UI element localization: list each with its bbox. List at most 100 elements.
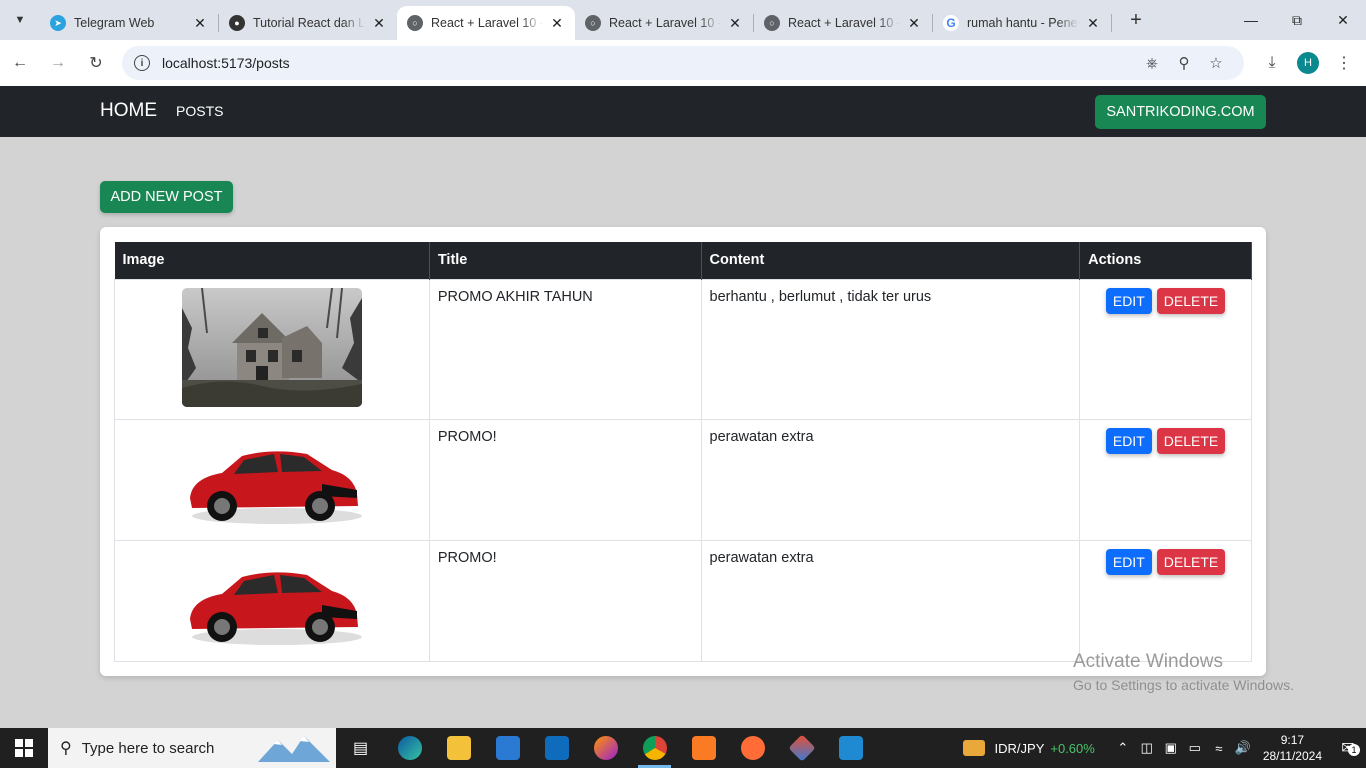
edit-button[interactable]: EDIT [1105,548,1152,575]
browser-tab[interactable]: G rumah hantu - Penelusuran ✕ [933,6,1111,40]
red-car-image [182,549,362,649]
tab-title: Tutorial React dan Laravel [253,16,365,30]
reload-button[interactable]: ↻ [78,45,114,81]
edit-button[interactable]: EDIT [1105,287,1152,314]
clock-time: 9:17 [1280,733,1305,747]
close-icon[interactable]: ✕ [1085,15,1101,32]
chrome-app[interactable] [630,728,679,768]
watermark-subtitle: Go to Settings to activate Windows. [1073,677,1294,693]
forward-button[interactable]: → [40,45,76,81]
folder-icon [446,736,471,760]
telegram-icon: ➤ [50,15,66,31]
close-icon[interactable]: ✕ [727,15,743,32]
close-icon[interactable]: ✕ [371,15,387,32]
globe-icon: ○ [407,15,423,31]
globe-icon: ○ [764,15,780,31]
outlook-app[interactable] [532,728,581,768]
image-cell [114,278,430,420]
close-icon[interactable]: ✕ [906,15,922,32]
restore-button[interactable]: ⧉ [1274,0,1320,40]
table-row: PROMO! perawatan extra EDIT DELETE [114,418,1252,541]
content-cell: perawatan extra [700,418,1081,541]
browser-tab[interactable]: ➤ Telegram Web ✕ [40,6,218,40]
back-button[interactable]: ← [2,45,38,81]
translate-icon[interactable]: ⎈ [1136,55,1168,72]
zoom-icon[interactable]: ⚲ [1168,54,1200,72]
image-cell [114,418,430,541]
download-icon[interactable]: ⤓ [1254,54,1290,72]
windows-logo-icon [15,739,33,757]
title-cell: PROMO AKHIR TAHUN [428,278,702,420]
postman-icon [740,736,765,760]
table-row: PROMO! perawatan extra EDIT DELETE [114,539,1252,662]
ticker-symbol[interactable]: IDR/JPY [995,741,1045,756]
table-header-row: Image Title Content Actions [114,242,1252,279]
device-icon[interactable]: ◫ [1135,740,1159,756]
search-icon: ⚲ [60,740,72,757]
reload-icon: ↻ [89,55,103,72]
tab-title: Telegram Web [74,16,155,30]
column-header-content: Content [701,242,1081,279]
browser-tab-strip: ▼ ➤ Telegram Web ✕ ● Tutorial React dan … [0,0,1366,40]
delete-button[interactable]: DELETE [1156,427,1226,454]
chevron-up-icon[interactable]: ⌃ [1111,740,1135,756]
delete-button[interactable]: DELETE [1156,548,1226,575]
volume-icon[interactable]: 🔊 [1231,740,1255,756]
content-cell: berhantu , berlumut , tidak ter urus [700,278,1081,420]
address-bar[interactable]: i localhost:5173/posts ⎈ ⚲ ☆ [122,46,1244,80]
url-text[interactable]: localhost:5173/posts [162,55,1136,71]
postman-app[interactable] [728,728,777,768]
watermark-title: Activate Windows [1073,651,1223,672]
santrikoding-button[interactable]: SANTRIKODING.COM [1095,95,1266,129]
title-cell: PROMO! [428,539,702,662]
window-controls: — ⧉ ✕ [1228,0,1366,40]
home-link[interactable]: HOME [100,100,157,122]
coins-icon [962,740,985,756]
clock[interactable]: 9:17 28/11/2024 [1263,732,1322,764]
edit-button[interactable]: EDIT [1105,427,1152,454]
browser-tab[interactable]: ○ React + Laravel 10 - S ✕ [575,6,753,40]
vscode-app[interactable] [826,728,875,768]
star-icon[interactable]: ☆ [1200,54,1232,72]
git-app[interactable] [777,728,826,768]
avatar[interactable]: H [1297,52,1319,74]
restore-icon: ⧉ [1292,11,1302,28]
task-view-button[interactable]: ▤ [336,728,385,768]
close-icon[interactable]: ✕ [192,15,208,32]
xampp-app[interactable] [679,728,728,768]
browser-tab-active[interactable]: ○ React + Laravel 10 - S ✕ [397,6,575,40]
edge-icon [397,736,422,760]
close-window-button[interactable]: ✕ [1320,0,1366,40]
taskbar-search[interactable]: ⚲ Type here to search [48,728,336,768]
tab-search-button[interactable]: ▼ [6,6,34,34]
column-header-image: Image [114,242,430,279]
firefox-app[interactable] [581,728,630,768]
meet-icon[interactable]: ▣ [1159,740,1183,756]
info-icon[interactable]: i [134,55,150,71]
new-tab-button[interactable]: + [1122,6,1150,34]
posts-link[interactable]: POSTS [176,103,223,119]
minimize-icon: — [1244,12,1258,28]
actions-cell: EDIT DELETE [1079,278,1252,420]
file-explorer-app[interactable] [434,728,483,768]
store-app[interactable] [483,728,532,768]
posts-table: Image Title Content Actions PROMO AKHIR … [114,242,1252,662]
firefox-icon [593,736,618,760]
delete-button[interactable]: DELETE [1156,287,1226,314]
notifications-button[interactable]: ✉ 1 [1330,738,1366,758]
navbar: HOME POSTS SANTRIKODING.COM [0,86,1366,137]
battery-icon[interactable]: ▭ [1183,740,1207,756]
browser-tab[interactable]: ● Tutorial React dan Laravel ✕ [219,6,397,40]
browser-tab[interactable]: ○ React + Laravel 10 - S ✕ [754,6,932,40]
wifi-icon[interactable]: ≈ [1207,741,1231,756]
edge-app[interactable] [385,728,434,768]
add-new-post-button[interactable]: ADD NEW POST [100,181,233,213]
minimize-button[interactable]: — [1228,0,1274,40]
kebab-menu-icon[interactable]: ⋮ [1326,53,1362,73]
column-header-actions: Actions [1079,242,1252,279]
content-cell: perawatan extra [700,539,1081,662]
activate-windows-watermark: Activate Windows Go to Settings to activ… [1073,651,1294,693]
start-button[interactable] [0,728,48,768]
mountain-icon [258,736,330,762]
close-icon[interactable]: ✕ [549,15,565,32]
